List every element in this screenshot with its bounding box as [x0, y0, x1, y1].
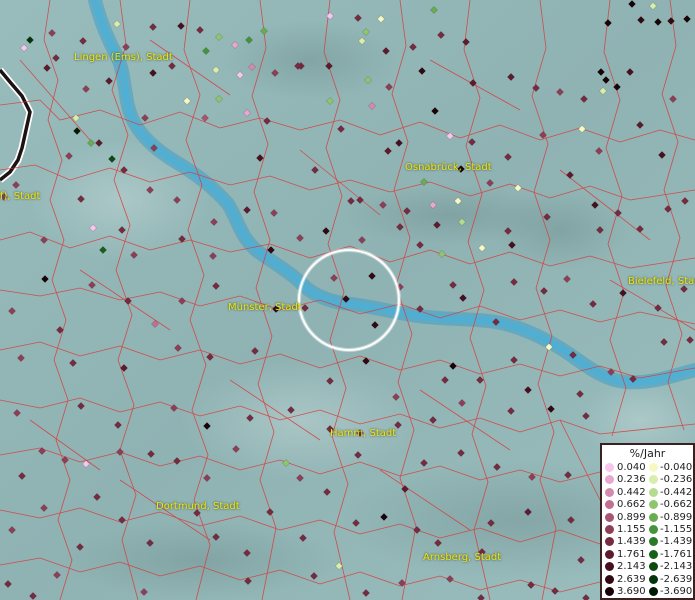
legend-swatch: [605, 475, 614, 485]
legend-value: -0.442: [660, 486, 693, 498]
legend-swatch: [649, 463, 658, 472]
legend-swatch: [605, 500, 614, 510]
legend-value: -3.690: [660, 586, 693, 597]
legend-row: 1.439 -1.439: [602, 536, 693, 548]
legend-swatch: [605, 562, 614, 572]
legend-value: -2.143: [660, 561, 693, 573]
legend-swatch: [605, 537, 614, 547]
legend-row: 2.639 -2.639: [602, 574, 693, 586]
legend-row: 0.040 -0.040: [602, 462, 693, 474]
legend-value: 2.639: [617, 573, 646, 585]
city-label: Arnsberg, Stadt: [423, 552, 502, 563]
legend-row: 1.761 -1.761: [602, 549, 693, 561]
map-canvas[interactable]: [0, 0, 695, 600]
legend-row: 1.155 -1.155: [602, 524, 693, 536]
legend-swatch: [605, 574, 614, 584]
legend-value: -0.899: [660, 511, 693, 523]
legend-value: 1.439: [617, 536, 646, 548]
legend-swatch: [649, 512, 658, 522]
legend-swatch: [649, 525, 658, 534]
legend-swatch: [649, 549, 658, 559]
city-label: f), Stadt: [0, 191, 41, 202]
legend-swatch: [649, 587, 658, 596]
legend-swatch: [649, 537, 658, 547]
legend-value: -1.155: [660, 524, 693, 535]
city-label: Münster, Stadt: [228, 302, 302, 313]
legend-value: -0.236: [660, 474, 693, 486]
legend-row: 0.442 -0.442: [602, 487, 693, 499]
legend-value: 1.761: [617, 548, 646, 560]
legend-swatch: [649, 562, 658, 572]
city-label: Osnabrück, Stadt: [405, 162, 492, 173]
city-label: Bielefeld, Stadt: [628, 276, 695, 287]
legend-swatch: [649, 487, 658, 497]
legend-swatch: [605, 463, 614, 472]
legend-value: 1.155: [617, 524, 646, 535]
legend-swatch: [605, 512, 614, 522]
city-label: Dortmund, Stadt: [156, 501, 240, 512]
legend-value: -1.761: [660, 548, 693, 560]
legend-value: 0.040: [617, 462, 646, 473]
legend-value: 0.442: [617, 486, 646, 498]
legend-swatch: [605, 487, 614, 497]
legend-value: 0.662: [617, 499, 646, 511]
legend-value: 0.899: [617, 511, 646, 523]
legend-value: -1.439: [660, 536, 693, 548]
city-label: Lingen (Ems), Stadt: [74, 52, 173, 63]
legend-title: %/Jahr: [629, 447, 666, 460]
legend-value: -2.639: [660, 573, 693, 585]
legend-swatch: [649, 475, 658, 485]
legend-value: -0.662: [660, 499, 693, 511]
legend-row: 2.143 -2.143: [602, 561, 693, 573]
legend-value: 2.143: [617, 561, 646, 573]
legend-swatch: [649, 500, 658, 510]
legend-swatch: [605, 549, 614, 559]
legend-value: -0.040: [660, 462, 693, 473]
legend-value: 0.236: [617, 474, 646, 486]
legend-row: 0.899 -0.899: [602, 512, 693, 524]
legend-swatch: [605, 587, 614, 596]
city-label: Hamm, Stadt: [330, 428, 397, 439]
legend-swatch: [605, 525, 614, 534]
legend-row: 0.662 -0.662: [602, 499, 693, 511]
legend: %/Jahr 0.040 -0.040 0.236 -0.236 0.442 -0.442…: [600, 443, 695, 600]
legend-swatch: [649, 574, 658, 584]
legend-row: 3.690 -3.690: [602, 586, 693, 598]
legend-row: 0.236 -0.236: [602, 474, 693, 486]
legend-value: 3.690: [617, 586, 646, 597]
